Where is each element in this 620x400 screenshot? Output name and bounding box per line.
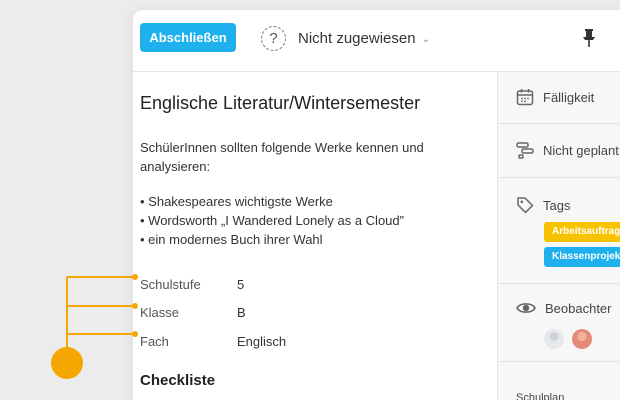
task-detail-panel: Abschließen ? Nicht zugewiesen ⌄ Englisc… [133,10,620,400]
task-toolbar: Abschließen ? Nicht zugewiesen ⌄ [133,10,620,72]
assignee-selector[interactable]: ? Nicht zugewiesen ⌄ [261,24,430,52]
property-key: Klasse [140,305,180,320]
property-row[interactable]: Schulstufe 5 [140,277,340,295]
list-item: Wordsworth „I Wandered Lonely as a Cloud… [140,211,404,230]
property-value: B [237,305,246,320]
property-row[interactable]: Klasse B [140,305,340,323]
task-sidebar: Fälligkeit Nicht geplant Tags Arbeitsauf… [497,72,620,400]
followers-section: Beobachter [498,284,620,362]
callout-marker [51,347,83,379]
question-mark-dashed-icon: ? [261,25,286,51]
followers-row: Beobachter [516,300,612,316]
tag-icon [517,197,534,214]
gantt-icon [516,142,534,159]
tag-badge[interactable]: Arbeitsauftrag [544,222,620,242]
schedule-row: Nicht geplant [516,141,619,159]
property-key: Fach [140,334,169,349]
task-main: Englische Literatur/Wintersemester Schül… [140,72,497,400]
checklist-heading: Checkliste [140,372,216,389]
complete-button[interactable]: Abschließen [140,23,236,52]
calendar-icon [516,89,534,106]
followers-label: Beobachter [545,300,612,316]
tag-badge[interactable]: Klassenprojekt [544,247,620,267]
property-value: Englisch [237,334,287,349]
tags-section: Tags Arbeitsauftrag Klassenprojekt [498,178,620,284]
avatar[interactable] [544,329,564,349]
list-item: ein modernes Buch ihrer Wahl [140,230,404,249]
tags-label: Tags [543,197,571,213]
plan-label: Schulplan [516,392,565,400]
avatar[interactable] [572,329,592,349]
task-description[interactable]: SchülerInnen sollten folgende Werke kenn… [140,138,440,176]
property-value: 5 [237,277,245,292]
tags-row: Tags [516,196,570,214]
due-date-row: Fälligkeit [516,88,594,106]
schedule-section[interactable]: Nicht geplant [498,124,620,178]
property-row[interactable]: Fach Englisch [140,334,340,352]
property-key: Schulstufe [140,277,201,292]
task-title[interactable]: Englische Literatur/Wintersemester [140,93,420,114]
pin-icon[interactable] [580,28,598,48]
due-date-section[interactable]: Fälligkeit [498,72,620,124]
due-date-label: Fälligkeit [543,89,595,105]
list-item: Shakespeares wichtigste Werke [140,192,404,211]
assignee-label: Nicht zugewiesen [298,29,416,47]
schedule-label: Nicht geplant [543,142,619,158]
eye-icon [516,303,536,313]
chevron-down-icon: ⌄ [421,33,430,45]
task-bullet-list: Shakespeares wichtigste Werke Wordsworth… [140,192,404,249]
